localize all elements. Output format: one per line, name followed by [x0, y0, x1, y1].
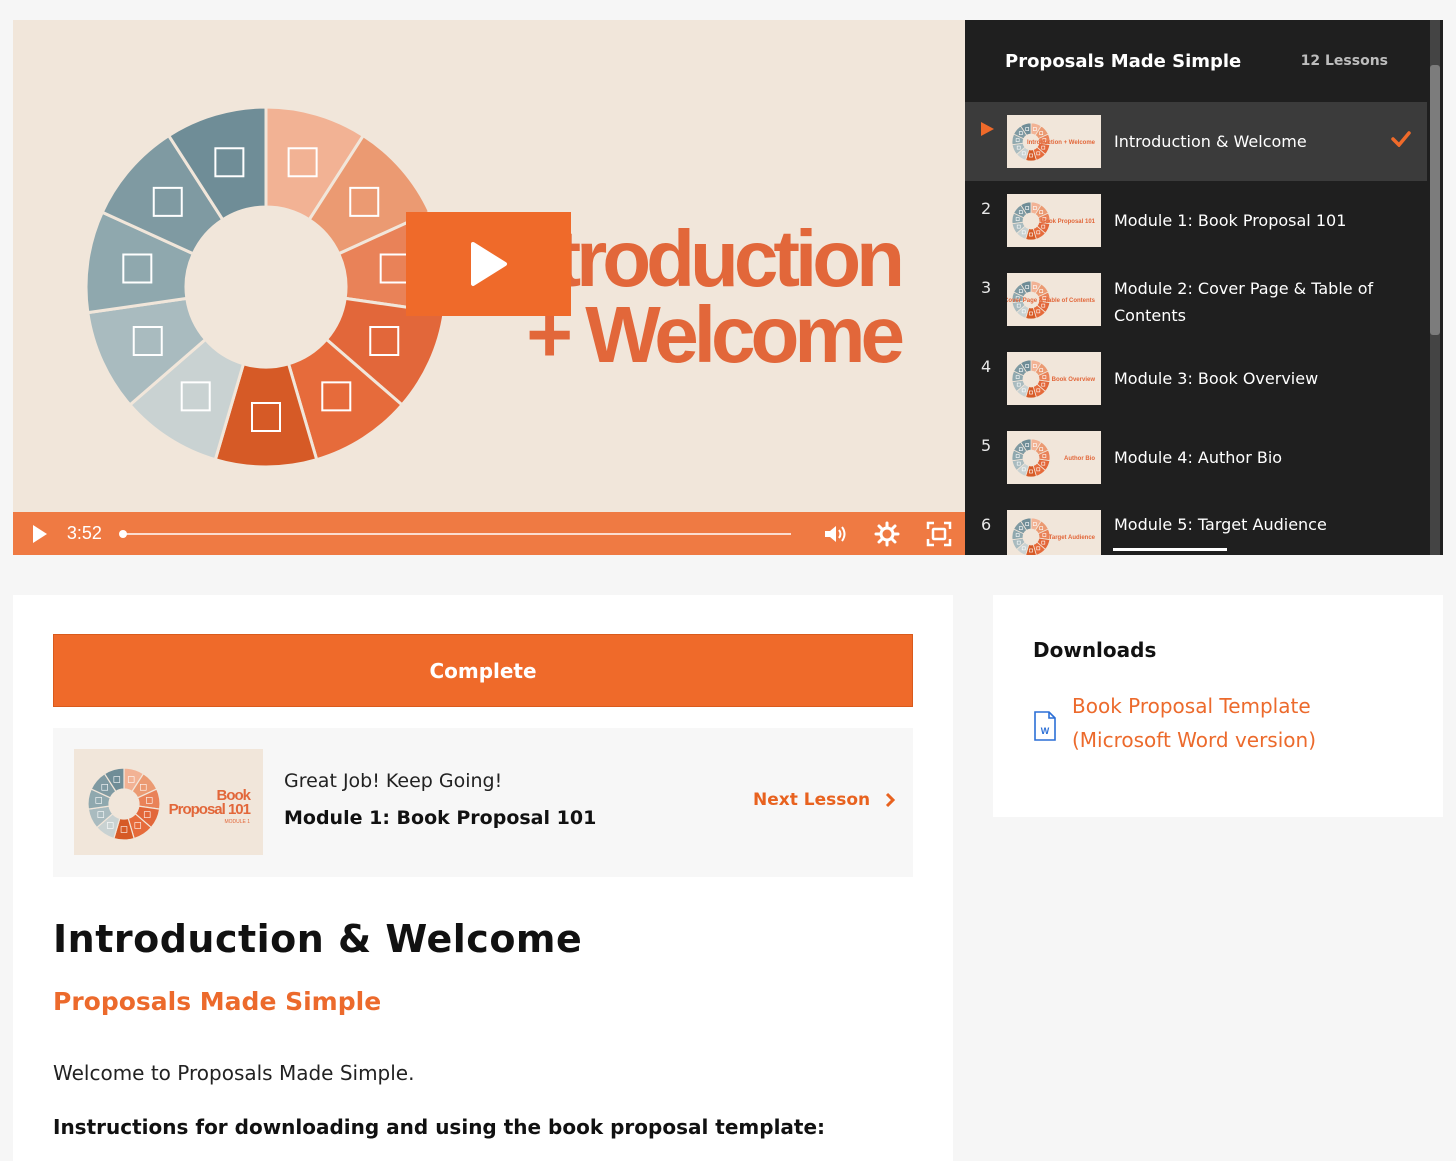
lesson-thumbnail: Target Audience	[1007, 510, 1101, 555]
slide-title-line2: + Welcome	[526, 290, 902, 379]
lesson-title: Introduction & Welcome	[53, 917, 583, 961]
checkmark-icon	[1391, 131, 1411, 147]
svg-text:MODULE 1: MODULE 1	[224, 819, 250, 825]
download-link[interactable]: Book Proposal Template (Microsoft Word v…	[1072, 689, 1372, 757]
lesson-thumbnail-graphic: Author Bio	[1007, 431, 1101, 484]
next-lesson-thumbnail-graphic: Book Proposal 101 MODULE 1	[74, 749, 263, 855]
playlist-item[interactable]: 6 Target Audience Module 5: Target Audie…	[965, 497, 1427, 555]
next-lesson-box: Book Proposal 101 MODULE 1 Great Job! Ke…	[53, 728, 913, 877]
play-icon	[32, 524, 47, 543]
next-lesson-kicker: Great Job! Keep Going!	[284, 770, 503, 792]
lesson-thumbnail-graphic: Target Audience	[1007, 510, 1101, 555]
playlist-item[interactable]: Introduction + Welcome Introduction & We…	[965, 102, 1427, 181]
svg-text:W: W	[1041, 726, 1050, 736]
lesson-content-card: Complete Book Proposal 101 MODULE 1 Grea…	[13, 595, 953, 1161]
lesson-label: Module 2: Cover Page & Table of Contents	[1114, 279, 1374, 325]
player-controls: 3:52	[13, 512, 965, 555]
lesson-thumbnail-graphic: Book Proposal 101	[1007, 194, 1101, 247]
lesson-thumbnail: Author Bio	[1007, 431, 1101, 484]
chevron-right-icon	[886, 792, 896, 808]
lesson-thumbnail: Book Proposal 101	[1007, 194, 1101, 247]
playlist-item[interactable]: 4 Book Overview Module 3: Book Overview	[965, 339, 1427, 418]
settings-button[interactable]	[861, 512, 913, 555]
lesson-thumbnail-graphic: Book Overview	[1007, 352, 1101, 405]
thumbnail-title-text: Book Overview	[1052, 377, 1096, 383]
control-play-button[interactable]	[13, 512, 67, 555]
welcome-paragraph: Welcome to Proposals Made Simple.	[53, 1061, 415, 1085]
lesson-progress-bar	[1113, 548, 1227, 551]
progress-bar[interactable]	[118, 512, 792, 555]
lesson-number: 3	[981, 278, 992, 297]
progress-rail	[122, 533, 792, 535]
fullscreen-button[interactable]	[913, 512, 965, 555]
now-playing-icon	[981, 122, 994, 136]
thumbnail-title-text: Target Audience	[1049, 535, 1096, 541]
playlist-header: Proposals Made Simple 12 Lessons	[965, 20, 1443, 102]
thumbnail-title-text: Cover Page & Table of Contents	[1007, 298, 1096, 304]
playlist-item[interactable]: 2 Book Proposal 101 Module 1: Book Propo…	[965, 181, 1427, 260]
lesson-label: Module 1: Book Proposal 101	[1114, 211, 1347, 230]
thumbnail-title-text: Book Proposal 101	[1041, 219, 1096, 225]
lesson-number: 5	[981, 436, 992, 455]
lesson-count: 12 Lessons	[1300, 53, 1388, 69]
lesson-playlist: Proposals Made Simple 12 Lessons Introdu…	[965, 20, 1443, 555]
word-document-icon: W	[1034, 711, 1056, 741]
playlist-scrollbar[interactable]	[1430, 20, 1440, 555]
playlist-title: Proposals Made Simple	[1005, 50, 1242, 72]
lesson-thumbnail-graphic: Cover Page & Table of Contents	[1007, 273, 1101, 326]
thumbnail-title-text: Author Bio	[1064, 456, 1095, 462]
progress-handle[interactable]	[118, 530, 127, 538]
playlist-item[interactable]: 3 Cover Page & Table of Contents Module …	[965, 260, 1427, 339]
current-time: 3:52	[66, 523, 102, 543]
volume-icon	[825, 525, 846, 542]
next-lesson-link[interactable]: Next Lesson	[753, 790, 896, 810]
complete-button[interactable]: Complete	[53, 634, 913, 707]
instructions-heading: Instructions for downloading and using t…	[53, 1115, 826, 1139]
course-name: Proposals Made Simple	[53, 987, 382, 1016]
lesson-label: Introduction & Welcome	[1114, 132, 1307, 151]
fullscreen-icon	[926, 521, 952, 546]
lesson-label: Module 3: Book Overview	[1114, 369, 1319, 388]
gear-icon	[874, 521, 900, 546]
next-lesson-link-label: Next Lesson	[753, 790, 871, 810]
lesson-label: Module 4: Author Bio	[1114, 448, 1283, 467]
lesson-thumbnail: Book Overview	[1007, 352, 1101, 405]
playlist-item[interactable]: 5 Author Bio Module 4: Author Bio	[965, 418, 1427, 497]
thumbnail-title-text: Introduction + Welcome	[1027, 140, 1096, 146]
lesson-thumbnail-graphic: Introduction + Welcome	[1007, 115, 1101, 168]
svg-text:Proposal 101: Proposal 101	[169, 801, 251, 818]
lesson-thumbnail: Introduction + Welcome	[1007, 115, 1101, 168]
downloads-card: Downloads W Book Proposal Template (Micr…	[993, 595, 1443, 817]
big-play-button[interactable]	[406, 212, 571, 316]
lesson-number: 4	[981, 357, 992, 376]
video-player[interactable]: Introduction + Welcome 3:52	[13, 20, 965, 555]
lesson-number: 2	[981, 199, 992, 218]
lesson-number: 6	[981, 515, 992, 534]
play-icon	[470, 242, 507, 286]
lesson-label: Module 5: Target Audience	[1114, 515, 1327, 534]
downloads-title: Downloads	[1033, 638, 1157, 662]
lesson-thumbnail: Cover Page & Table of Contents	[1007, 273, 1101, 326]
scrollbar-thumb[interactable]	[1430, 65, 1440, 335]
next-lesson-thumbnail[interactable]: Book Proposal 101 MODULE 1	[74, 749, 263, 855]
next-lesson-title[interactable]: Module 1: Book Proposal 101	[284, 807, 596, 829]
volume-button[interactable]	[809, 512, 861, 555]
